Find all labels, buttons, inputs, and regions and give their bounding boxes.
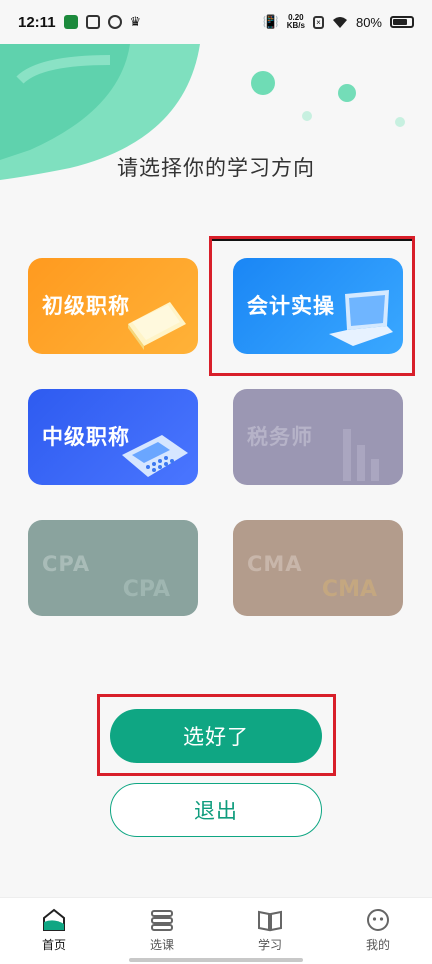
battery-icon [390,16,414,28]
cma-watermark: CMA [321,577,377,602]
bottom-nav: 首页 选课 学习 我的 [0,897,432,964]
nav-course-select[interactable]: 选课 [108,898,216,964]
crown-icon: ♛ [129,14,142,30]
wallet-icon [85,15,100,29]
nav-profile[interactable]: 我的 [324,898,432,964]
nav-home[interactable]: 首页 [0,898,108,964]
vibrate-icon: 📳 [262,14,279,29]
card-tax-advisor: 税务师 [233,389,403,485]
card-intermediate-title[interactable]: 中级职称 [28,389,198,485]
page-title: 请选择你的学习方向 [117,156,315,180]
confirm-button[interactable]: 选好了 [110,709,322,763]
nav-label: 选课 [149,938,174,952]
home-indicator[interactable] [129,958,303,962]
status-bar: 12:11 ♛ 📳 0.20 KB/s × 80% [0,0,432,44]
card-label: CMA [247,552,303,576]
books-icon [151,910,173,931]
network-speed: 0.20 KB/s [286,13,305,30]
calculator-icon [122,435,188,477]
card-label: 税务师 [247,425,313,449]
status-time: 12:11 [18,13,56,31]
book-open-icon [258,910,282,932]
leaf-icon [107,15,122,29]
nav-study[interactable]: 学习 [216,898,324,964]
nav-label: 我的 [365,938,390,952]
battery-percent: 80% [355,14,382,30]
nav-label: 学习 [257,938,282,952]
nav-label: 首页 [41,938,66,952]
chart-bars-icon [343,429,379,481]
notebook-icon [128,302,186,350]
card-junior-title[interactable]: 初级职称 [28,258,198,354]
cpa-watermark: CPA [122,577,170,602]
card-label: 初级职称 [42,294,130,318]
card-cma: CMA CMA [233,520,403,616]
selection-highlight [209,236,415,376]
card-cpa: CPA CPA [28,520,198,616]
exit-button[interactable]: 退出 [110,783,322,837]
profile-icon [367,909,389,931]
card-label: CPA [42,552,91,576]
sim-x-icon: × [312,15,324,29]
wifi-icon [332,16,347,28]
card-label: 中级职称 [42,425,130,449]
app-notification-icon [63,15,78,29]
home-icon [43,908,65,931]
